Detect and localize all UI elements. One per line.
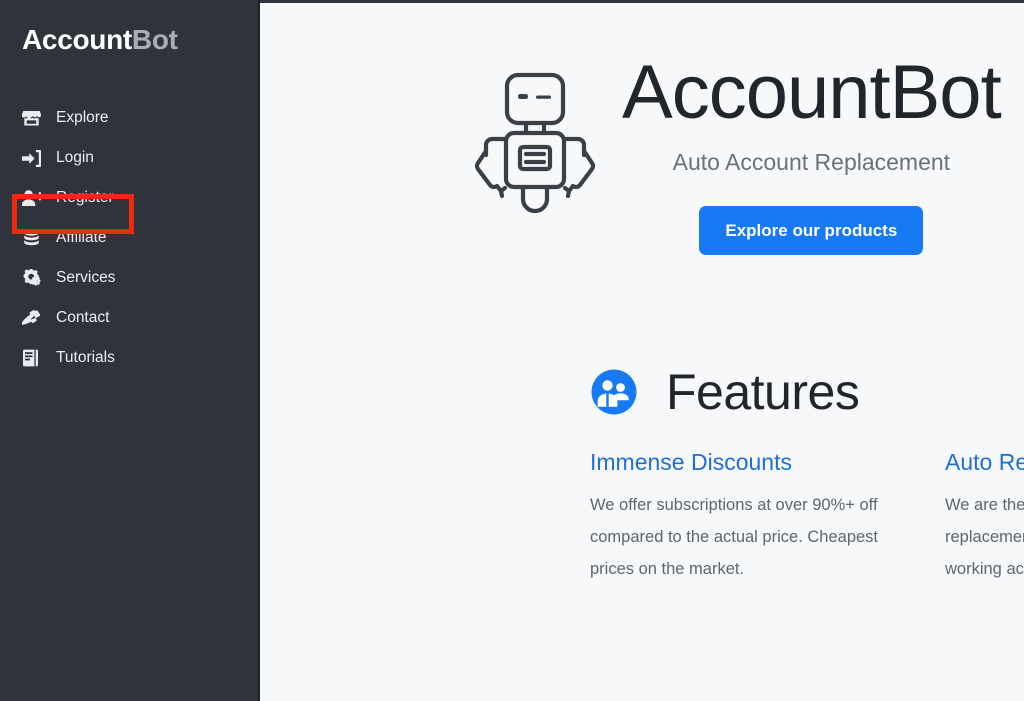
brand-logo[interactable]: AccountBot bbox=[0, 0, 258, 54]
sidebar-item-contact[interactable]: Contact bbox=[0, 298, 258, 338]
page-title: AccountBot bbox=[622, 50, 1002, 135]
feature-body: We are the only website offering an auto… bbox=[945, 496, 1024, 578]
users-group-icon bbox=[590, 368, 638, 416]
sidebar-item-login[interactable]: Login bbox=[0, 138, 258, 178]
page-subtitle: Auto Account Replacement bbox=[672, 149, 951, 175]
page-root: AccountBot Explore Login Register Affili… bbox=[0, 0, 1024, 701]
feature-title: Auto Replacement bbox=[945, 449, 1024, 475]
sidebar-item-tutorials[interactable]: Tutorials bbox=[0, 338, 258, 378]
coins-stack-icon bbox=[22, 228, 44, 248]
feature-body: We offer subscriptions at over 90%+ off … bbox=[590, 496, 879, 578]
features-heading: Features bbox=[590, 367, 1024, 417]
sidebar-item-label: Login bbox=[56, 149, 94, 167]
features-section: Features Immense Discounts We offer subs… bbox=[260, 367, 1024, 586]
sidebar-item-register[interactable]: Register bbox=[0, 178, 258, 218]
hero-text-block: AccountBot Auto Account Replacement Expl… bbox=[622, 50, 1002, 255]
sidebar-item-label: Register bbox=[56, 189, 114, 207]
sidebar-item-services[interactable]: Services bbox=[0, 258, 258, 298]
feature-card-immense-discounts: Immense Discounts We offer subscriptions… bbox=[590, 451, 910, 586]
sidebar-item-label: Tutorials bbox=[56, 349, 115, 367]
store-icon bbox=[22, 108, 44, 128]
features-title: Features bbox=[666, 364, 860, 420]
sidebar-item-label: Services bbox=[56, 269, 116, 287]
features-columns: Immense Discounts We offer subscriptions… bbox=[590, 451, 1024, 586]
brand-primary-text: Account bbox=[22, 24, 132, 55]
sidebar-item-affiliate[interactable]: Affiliate bbox=[0, 218, 258, 258]
hero-cta-wrapper: Explore our products bbox=[622, 206, 1001, 255]
phone-icon bbox=[22, 308, 44, 328]
sidebar-item-label: Affiliate bbox=[56, 229, 107, 247]
robot-icon bbox=[470, 65, 600, 220]
sidebar: AccountBot Explore Login Register Affili… bbox=[0, 0, 260, 701]
hero-section: AccountBot Auto Account Replacement Expl… bbox=[260, 3, 1024, 255]
sign-in-icon bbox=[22, 148, 44, 168]
book-icon bbox=[22, 348, 44, 368]
sidebar-item-label: Contact bbox=[56, 309, 110, 327]
sidebar-item-label: Explore bbox=[56, 109, 109, 127]
feature-title: Immense Discounts bbox=[590, 449, 792, 475]
user-plus-icon bbox=[22, 188, 44, 208]
gears-icon bbox=[22, 268, 44, 288]
brand-secondary-text: Bot bbox=[131, 24, 178, 55]
explore-products-button[interactable]: Explore our products bbox=[699, 206, 924, 255]
main-content: AccountBot Auto Account Replacement Expl… bbox=[260, 0, 1024, 701]
sidebar-item-explore[interactable]: Explore bbox=[0, 98, 258, 138]
feature-card-auto-replacement: Auto Replacement We are the only website… bbox=[945, 451, 1024, 586]
sidebar-nav: Explore Login Register Affiliate Service… bbox=[0, 98, 258, 378]
